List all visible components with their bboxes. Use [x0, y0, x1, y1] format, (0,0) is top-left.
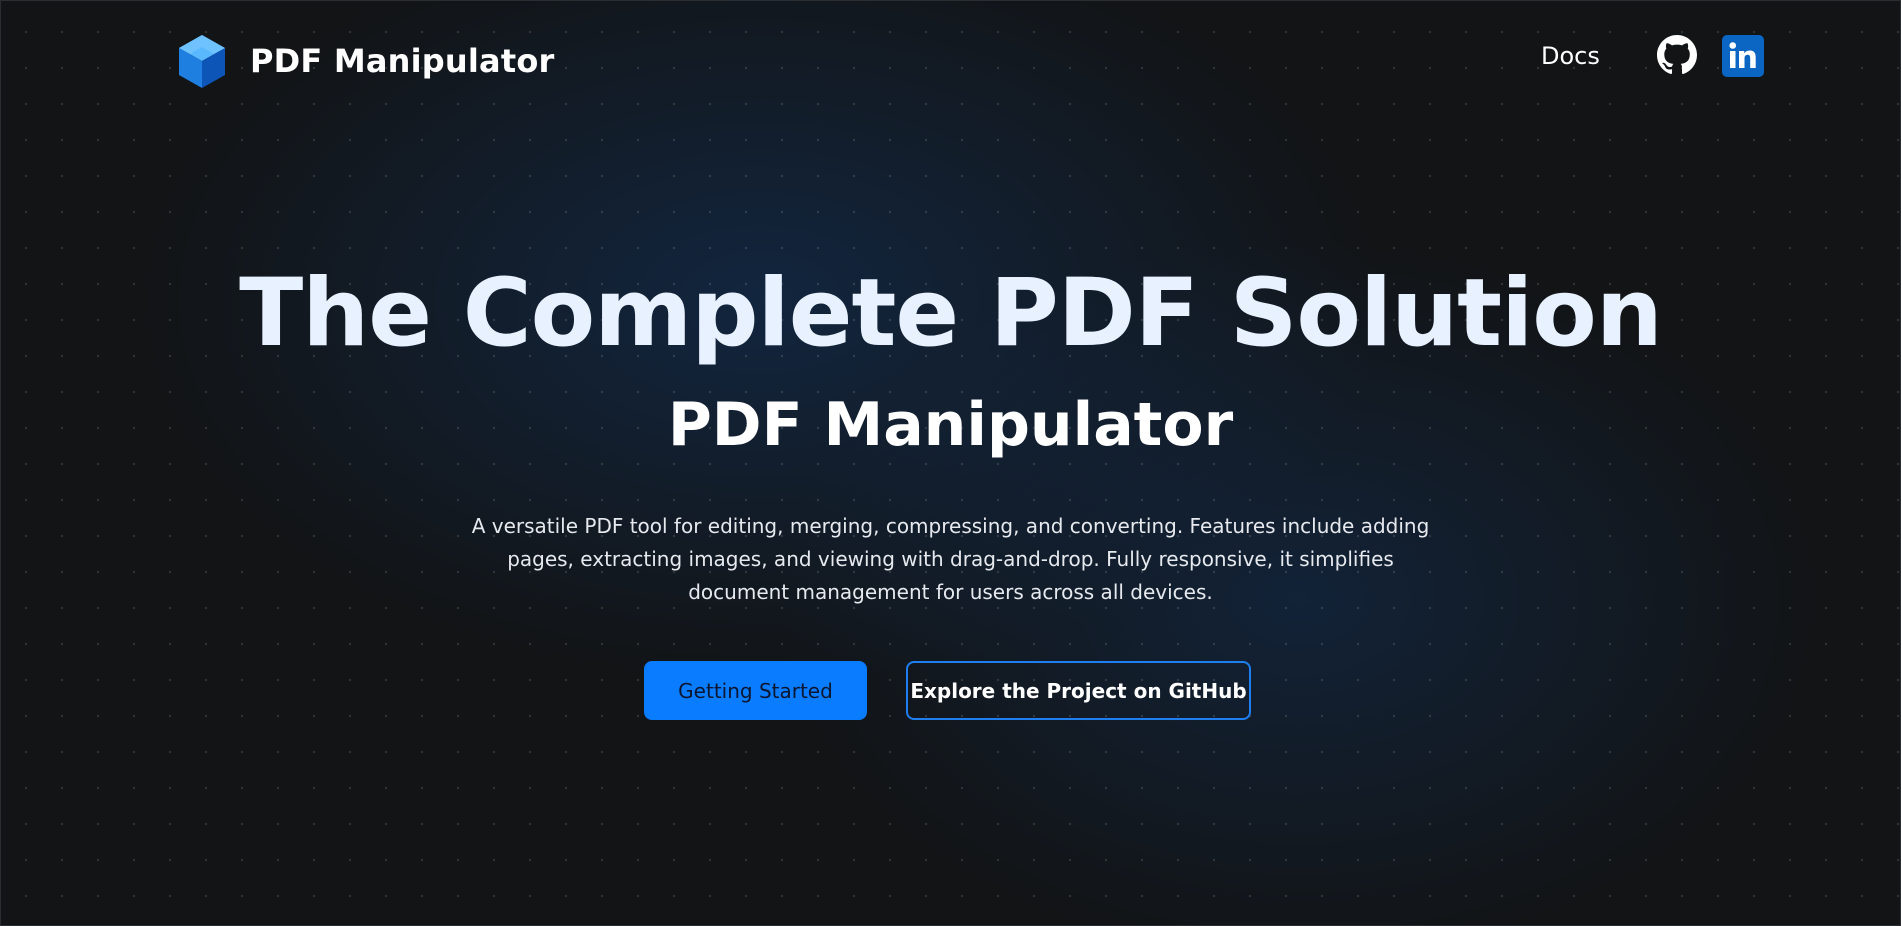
- brand-home-link[interactable]: PDF Manipulator: [174, 33, 555, 89]
- linkedin-icon: [1729, 42, 1756, 68]
- getting-started-button[interactable]: Getting Started: [644, 661, 867, 720]
- github-icon: [1657, 35, 1697, 75]
- cube-logo-icon: [179, 35, 225, 88]
- hero-subtitle: PDF Manipulator: [667, 390, 1234, 460]
- landing-page: PDF Manipulator Docs The Complete PDF So…: [0, 0, 1901, 926]
- brand-name: PDF Manipulator: [250, 42, 555, 80]
- nav-docs-link[interactable]: Docs: [1541, 42, 1600, 70]
- dot-grid-background: [0, 0, 1901, 926]
- hero-title: The Complete PDF Solution: [239, 259, 1663, 368]
- hero-description: A versatile PDF tool for editing, mergin…: [471, 514, 1430, 604]
- github-link[interactable]: [1657, 35, 1697, 75]
- explore-github-button[interactable]: Explore the Project on GitHub: [906, 661, 1251, 720]
- viewport-border: [0, 0, 1901, 926]
- linkedin-link[interactable]: [1722, 35, 1764, 77]
